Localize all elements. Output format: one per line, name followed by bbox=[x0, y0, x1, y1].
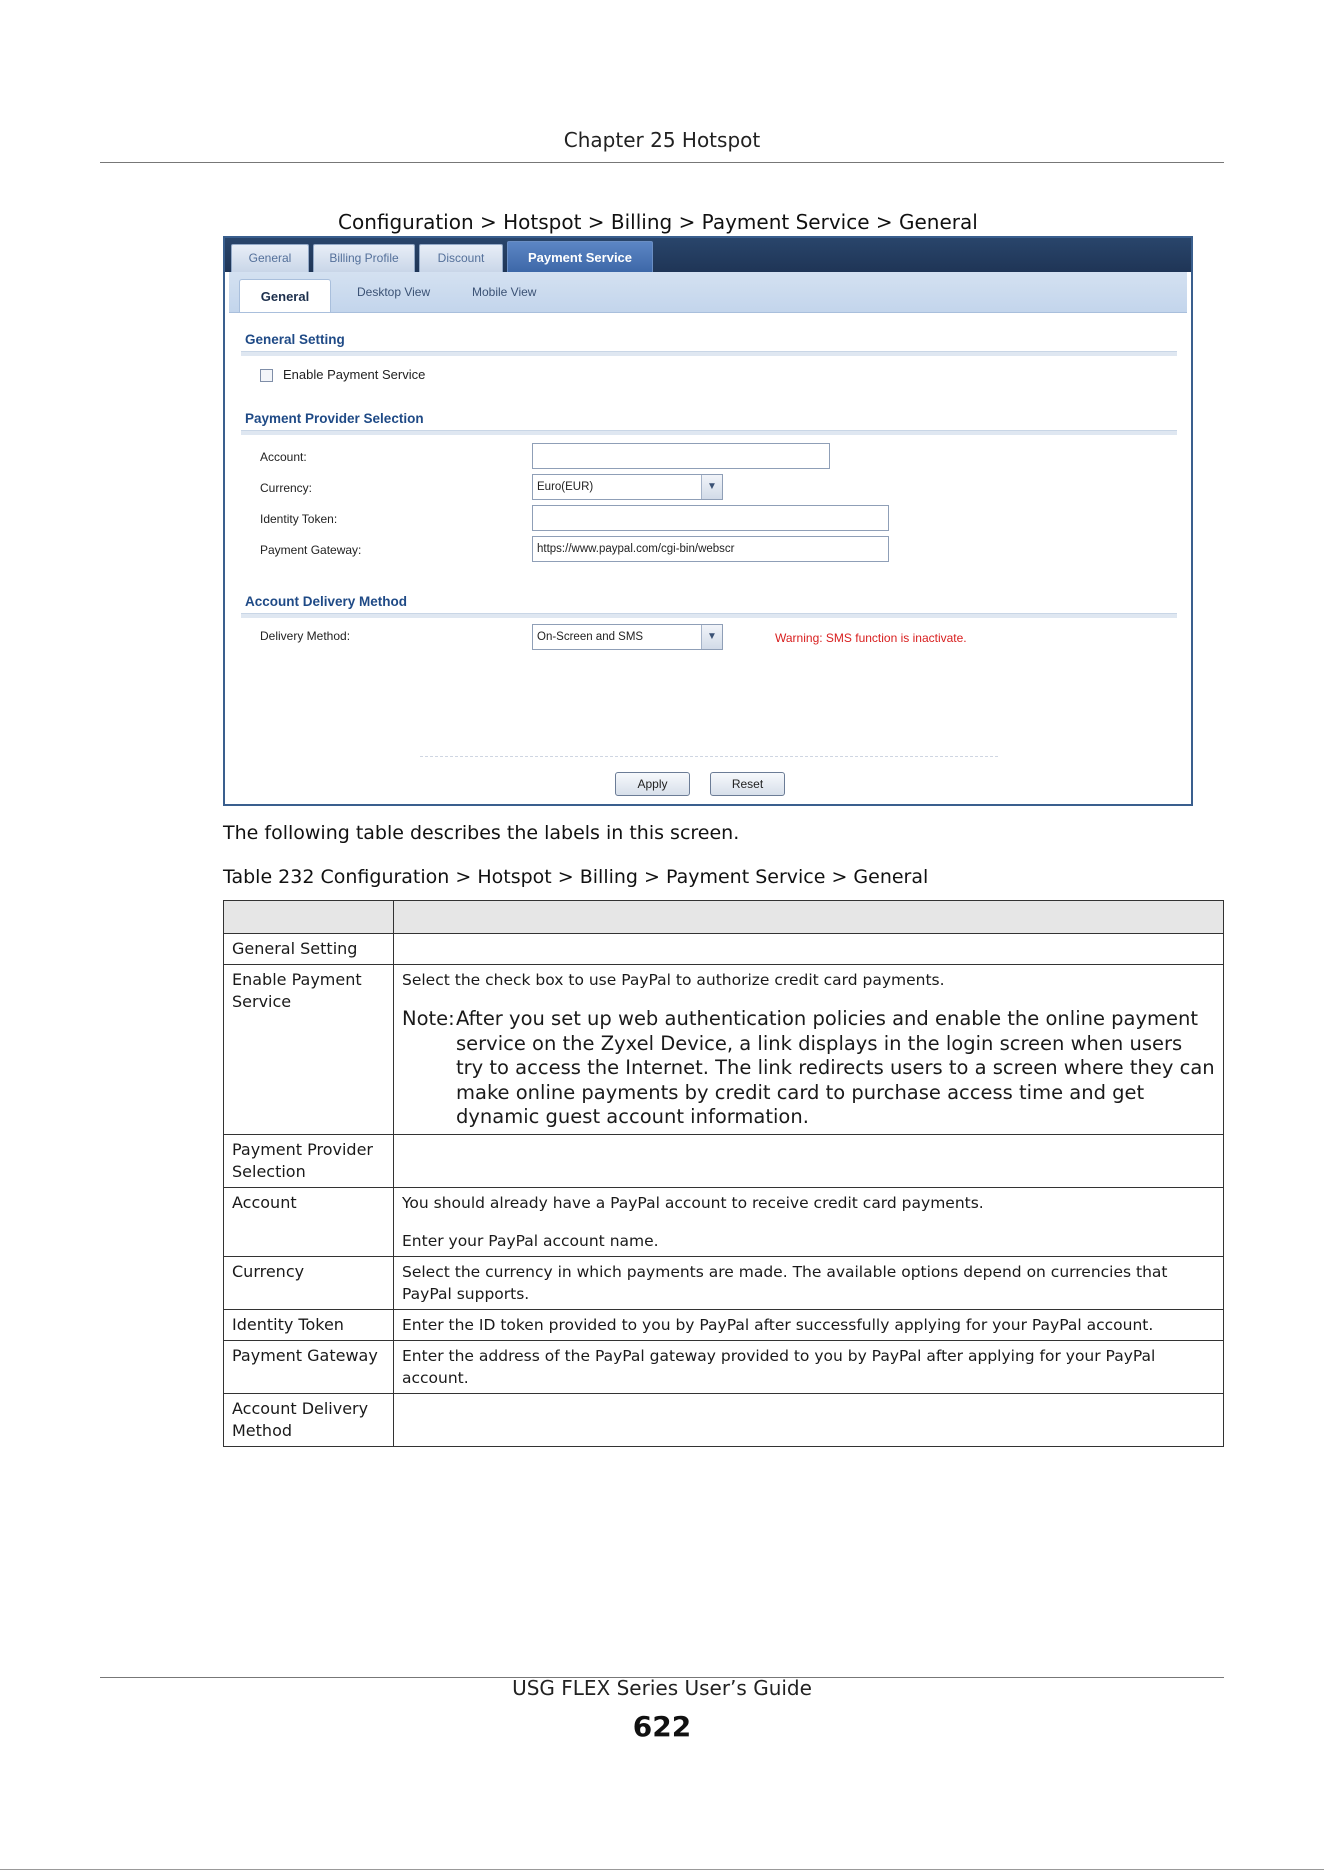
table-row: Account You should already have a PayPal… bbox=[223, 1186, 1224, 1257]
section-divider bbox=[241, 613, 1177, 618]
row-description-text: You should already have a PayPal account… bbox=[402, 1193, 984, 1212]
table-header-row bbox=[223, 900, 1224, 934]
currency-value: Euro(EUR) bbox=[537, 481, 594, 493]
table-row: Identity Token Enter the ID token provid… bbox=[223, 1308, 1224, 1341]
chevron-down-icon: ▼ bbox=[701, 475, 722, 499]
row-label: Account bbox=[223, 1186, 394, 1257]
table-header-label bbox=[223, 900, 394, 934]
delivery-method-select[interactable]: On-Screen and SMS ▼ bbox=[532, 624, 723, 650]
enable-payment-service-label: Enable Payment Service bbox=[283, 367, 426, 382]
table-row: Account Delivery Method bbox=[223, 1392, 1224, 1447]
row-description: Select the currency in which payments ar… bbox=[393, 1255, 1224, 1310]
chapter-header: Chapter 25 Hotspot bbox=[563, 128, 761, 152]
account-input[interactable] bbox=[532, 443, 830, 469]
row-description bbox=[393, 1392, 1224, 1447]
account-label: Account: bbox=[260, 450, 307, 464]
row-description: You should already have a PayPal account… bbox=[393, 1186, 1224, 1257]
row-description-text: Enter the ID token provided to you by Pa… bbox=[402, 1315, 1154, 1334]
figure-caption: Configuration > Hotspot > Billing > Paym… bbox=[338, 210, 978, 234]
section-divider bbox=[241, 351, 1177, 356]
row-description-text: Enter your PayPal account name. bbox=[402, 1231, 659, 1250]
row-description: Enter the address of the PayPal gateway … bbox=[393, 1339, 1224, 1394]
sms-warning: Warning: SMS function is inactivate. bbox=[775, 631, 967, 645]
reset-button[interactable]: Reset bbox=[710, 772, 785, 796]
page-number: 622 bbox=[632, 1710, 692, 1743]
identity-token-input[interactable] bbox=[532, 505, 889, 531]
screenshot-window: General Billing Profile Discount Payment… bbox=[223, 236, 1193, 806]
apply-button[interactable]: Apply bbox=[615, 772, 690, 796]
row-description-text: Enter the address of the PayPal gateway … bbox=[402, 1346, 1156, 1387]
payment-gateway-input[interactable]: https://www.paypal.com/cgi-bin/webscr bbox=[532, 536, 889, 562]
note-text: After you set up web authentication poli… bbox=[456, 1007, 1215, 1128]
header-divider bbox=[100, 162, 1224, 163]
subtab-desktop-view[interactable]: Desktop View bbox=[357, 285, 430, 299]
payment-gateway-label: Payment Gateway: bbox=[260, 543, 362, 557]
general-setting-title: General Setting bbox=[245, 332, 345, 347]
subtab-mobile-view[interactable]: Mobile View bbox=[472, 285, 536, 299]
table-row: Enable Payment Service Select the check … bbox=[223, 964, 1224, 1135]
row-label: Enable Payment Service bbox=[223, 964, 394, 1135]
row-description: Select the check box to use PayPal to au… bbox=[393, 964, 1224, 1135]
row-label: Currency bbox=[223, 1255, 394, 1310]
row-description-text: Select the check box to use PayPal to au… bbox=[402, 971, 945, 989]
chevron-down-icon: ▼ bbox=[701, 625, 722, 649]
top-tab-bar: General Billing Profile Discount Payment… bbox=[225, 238, 1191, 272]
subtab-general[interactable]: General bbox=[239, 279, 331, 312]
section-divider bbox=[241, 430, 1177, 435]
note-label: Note: bbox=[402, 1007, 455, 1030]
row-description bbox=[393, 1133, 1224, 1188]
delivery-method-value: On-Screen and SMS bbox=[537, 631, 644, 643]
tab-payment-service[interactable]: Payment Service bbox=[507, 241, 653, 272]
provider-selection-title: Payment Provider Selection bbox=[245, 411, 424, 426]
sub-tab-bar: General Desktop View Mobile View bbox=[229, 272, 1187, 313]
row-description-text: Select the currency in which payments ar… bbox=[402, 1262, 1168, 1303]
intro-text: The following table describes the labels… bbox=[223, 822, 740, 844]
button-divider bbox=[420, 756, 998, 757]
tab-discount[interactable]: Discount bbox=[419, 244, 503, 272]
table-row: Currency Select the currency in which pa… bbox=[223, 1255, 1224, 1310]
table-row: Payment Gateway Enter the address of the… bbox=[223, 1339, 1224, 1394]
currency-label: Currency: bbox=[260, 481, 313, 495]
row-description bbox=[393, 933, 1224, 965]
delivery-method-label: Delivery Method: bbox=[260, 629, 351, 643]
currency-select[interactable]: Euro(EUR) ▼ bbox=[532, 474, 723, 500]
row-label: Payment Provider Selection bbox=[223, 1133, 394, 1188]
table-header-description bbox=[393, 900, 1224, 934]
row-description: Enter the ID token provided to you by Pa… bbox=[393, 1308, 1224, 1341]
delivery-method-title: Account Delivery Method bbox=[245, 594, 408, 609]
row-label: Payment Gateway bbox=[223, 1339, 394, 1394]
enable-payment-service-checkbox[interactable] bbox=[260, 369, 273, 382]
tab-general[interactable]: General bbox=[231, 244, 309, 272]
table-row: Payment Provider Selection bbox=[223, 1133, 1224, 1188]
note: Note:After you set up web authentication… bbox=[402, 1007, 1215, 1130]
table-row: General Setting bbox=[223, 933, 1224, 965]
description-table: General Setting Enable Payment Service S… bbox=[223, 900, 1224, 1447]
row-label: Account Delivery Method bbox=[223, 1392, 394, 1447]
page-bottom-rule bbox=[0, 1869, 1324, 1870]
row-label: General Setting bbox=[223, 933, 394, 965]
identity-token-label: Identity Token: bbox=[260, 512, 338, 526]
row-label: Identity Token bbox=[223, 1308, 394, 1341]
tab-billing-profile[interactable]: Billing Profile bbox=[313, 244, 415, 272]
table-caption: Table 232 Configuration > Hotspot > Bill… bbox=[223, 866, 929, 888]
footer-title: USG FLEX Series User’s Guide bbox=[512, 1676, 812, 1700]
